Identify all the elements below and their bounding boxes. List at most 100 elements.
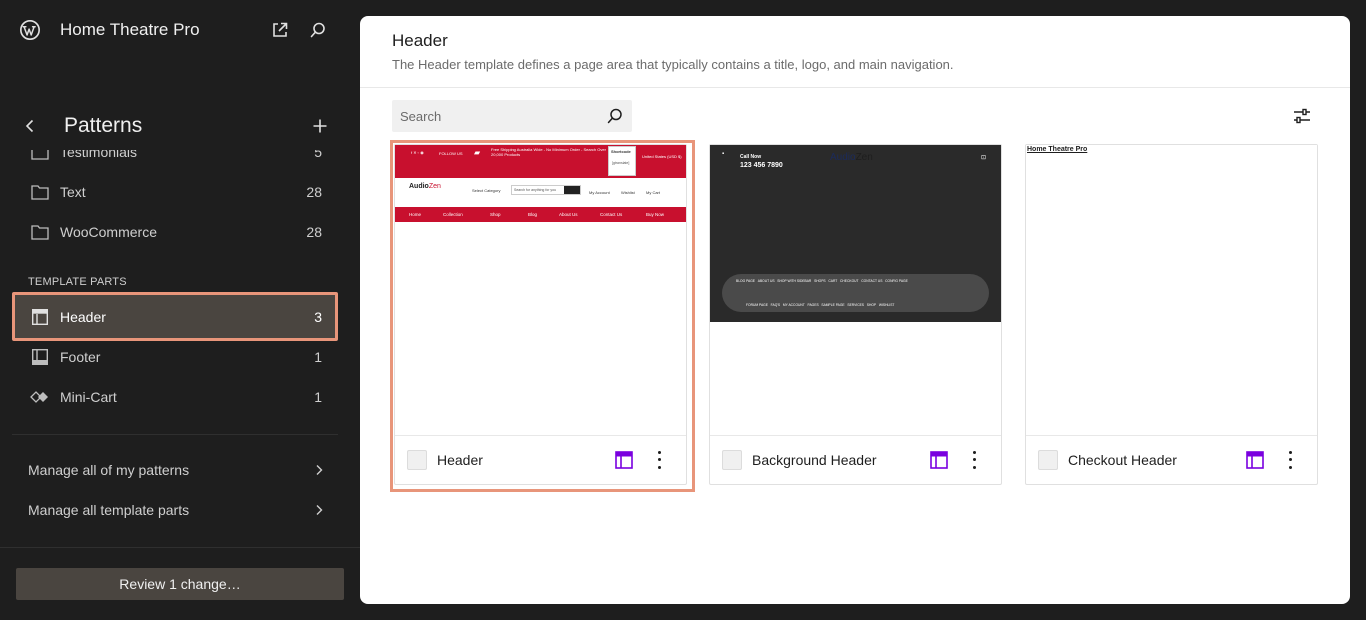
pattern-card-title[interactable]: Header xyxy=(437,452,483,468)
pattern-card-background-header[interactable]: ▪ Call Now 123 456 7890 AudioZen ⊡ BLOG … xyxy=(709,144,1002,485)
preview-call-now: Call Now xyxy=(740,154,762,160)
sidebar-divider xyxy=(12,434,338,435)
folder-icon xyxy=(30,223,50,241)
preview-nav-item: Blog xyxy=(528,212,538,217)
sidebar-item-header[interactable]: Header 3 xyxy=(12,292,338,341)
preview-logo: AudioZen xyxy=(409,183,441,190)
sidebar-item-label: Text xyxy=(60,184,86,200)
search-input[interactable] xyxy=(392,100,602,132)
manage-template-parts-label: Manage all template parts xyxy=(28,502,190,518)
template-part-icon xyxy=(930,451,948,469)
manage-patterns-label: Manage all of my patterns xyxy=(28,462,190,478)
sidebar-item-mini-cart[interactable]: Mini-Cart 1 xyxy=(12,377,338,417)
back-button[interactable] xyxy=(20,116,40,136)
search-icon xyxy=(607,108,622,124)
folder-icon xyxy=(30,150,50,161)
template-parts-heading: TEMPLATE PARTS xyxy=(28,276,127,288)
select-checkbox[interactable] xyxy=(722,450,742,470)
preview-my-cart: My Cart xyxy=(646,190,660,195)
select-checkbox[interactable] xyxy=(407,450,427,470)
preview-nav-row1: BLOG PAGE ABOUT US SHOP WITH SIDEBAR SHO… xyxy=(736,279,908,283)
preview-top-bar: f ✕ ▫ ◉ FOLLOW US ▰ Free Shipping Austra… xyxy=(395,145,686,178)
preview-follow-text: FOLLOW US xyxy=(439,151,463,156)
preview-shortcode-label: Shortcode xyxy=(611,149,631,154)
sidebar-item-footer[interactable]: Footer 1 xyxy=(12,337,338,377)
mini-cart-icon xyxy=(30,388,50,406)
sidebar-item-label: Testimonials xyxy=(60,150,138,160)
sidebar-title: Patterns xyxy=(64,114,143,137)
preview-search-button xyxy=(564,186,580,194)
template-part-icon xyxy=(615,451,633,469)
manage-template-parts-link[interactable]: Manage all template parts xyxy=(12,490,338,530)
site-title[interactable]: Home Theatre Pro xyxy=(60,20,200,40)
preview-store-label: United States (USD $) xyxy=(642,154,682,159)
preview-shortcode-box: Shortcode [gtranslate] xyxy=(608,146,636,176)
view-site-button[interactable] xyxy=(269,19,291,41)
footer-template-icon xyxy=(30,348,50,366)
sidebar-item-count: 28 xyxy=(306,224,322,240)
sidebar-item-label: WooCommerce xyxy=(60,224,157,240)
sidebar-item-count: 1 xyxy=(314,349,322,365)
plus-icon xyxy=(313,119,327,133)
truck-icon: ▰ xyxy=(474,148,481,157)
preview-nav-bar: Home Collection Shop Blog About Us Conta… xyxy=(395,207,686,222)
pattern-card-header[interactable]: f ✕ ▫ ◉ FOLLOW US ▰ Free Shipping Austra… xyxy=(390,140,695,492)
external-link-icon xyxy=(273,22,288,37)
header-template-icon xyxy=(30,308,50,326)
preview-social-icons: f ✕ ▫ ◉ xyxy=(411,150,424,155)
preview-nav-item: Contact Us xyxy=(600,212,623,217)
command-search-button[interactable] xyxy=(307,19,329,41)
page-header: Header The Header template defines a pag… xyxy=(360,16,1350,88)
preview-nav-item: About Us xyxy=(559,212,578,217)
preview-my-account: My Account xyxy=(589,190,610,195)
preview-wishlist: Wishlist xyxy=(621,190,635,195)
chevron-left-icon xyxy=(25,119,34,133)
page-title: Header xyxy=(392,31,448,50)
wordpress-logo-icon[interactable] xyxy=(19,19,41,41)
template-part-icon xyxy=(1246,451,1264,469)
main-panel: Header The Header template defines a pag… xyxy=(360,16,1350,604)
preview-small-logo-icon: ▪ xyxy=(722,151,725,157)
chevron-right-icon xyxy=(316,465,323,475)
preview-dark-header: ▪ Call Now 123 456 7890 AudioZen ⊡ BLOG … xyxy=(710,145,1001,322)
sidebar-item-woocommerce[interactable]: WooCommerce 28 xyxy=(12,212,338,252)
pattern-preview[interactable]: f ✕ ▫ ◉ FOLLOW US ▰ Free Shipping Austra… xyxy=(395,145,686,435)
preview-search-placeholder: Search for anything for you xyxy=(514,188,557,192)
card-footer: Background Header xyxy=(710,435,1001,485)
more-options-button[interactable] xyxy=(1284,449,1296,471)
more-options-button[interactable] xyxy=(968,449,980,471)
pattern-card-title[interactable]: Background Header xyxy=(752,452,877,468)
select-checkbox[interactable] xyxy=(1038,450,1058,470)
sidebar-item-count: 1 xyxy=(314,389,322,405)
preview-select-category: Select Category xyxy=(472,188,501,193)
sidebar-footer-divider xyxy=(0,547,360,548)
pattern-card-checkout-header[interactable]: Home Theatre Pro Checkout Header xyxy=(1025,144,1318,485)
preview-nav-item: Shop xyxy=(490,212,501,217)
preview-site-title: Home Theatre Pro xyxy=(1027,146,1088,153)
review-changes-button[interactable]: Review 1 change… xyxy=(16,568,344,600)
pattern-preview[interactable]: Home Theatre Pro xyxy=(1026,145,1317,435)
chevron-right-icon xyxy=(316,505,323,515)
manage-patterns-link[interactable]: Manage all of my patterns xyxy=(12,450,338,490)
preview-nav-item: Collection xyxy=(443,212,463,217)
view-options-button[interactable] xyxy=(1290,106,1314,126)
sidebar-item-label: Footer xyxy=(60,349,101,365)
search-icon xyxy=(310,22,325,38)
sidebar: Home Theatre Pro Patterns Testimonials 5… xyxy=(0,0,360,620)
preview-shortcode-body: [gtranslate] xyxy=(612,161,630,165)
sidebar-item-text[interactable]: Text 28 xyxy=(12,172,338,212)
sidebar-item-label: Mini-Cart xyxy=(60,389,117,405)
sidebar-header: Patterns xyxy=(0,108,360,144)
card-footer: Header xyxy=(395,435,686,485)
sidebar-item-count: 5 xyxy=(314,150,322,160)
add-pattern-button[interactable] xyxy=(310,116,330,136)
preview-nav-row2: FORUM PAGE FAQ'S MY ACCOUNT PAGES SAMPLE… xyxy=(746,303,895,307)
more-options-button[interactable] xyxy=(653,449,665,471)
pattern-card-title[interactable]: Checkout Header xyxy=(1068,452,1177,468)
sidebar-list: Testimonials 5 Text 28 WooCommerce 28 TE… xyxy=(0,150,360,540)
pattern-preview[interactable]: ▪ Call Now 123 456 7890 AudioZen ⊡ BLOG … xyxy=(710,145,1001,435)
sidebar-item-testimonials[interactable]: Testimonials 5 xyxy=(12,150,338,172)
sliders-icon xyxy=(1294,108,1310,124)
preview-cart-icon: ⊡ xyxy=(981,155,987,161)
preview-middle-bar: AudioZen Select Category Search for anyt… xyxy=(395,178,686,207)
